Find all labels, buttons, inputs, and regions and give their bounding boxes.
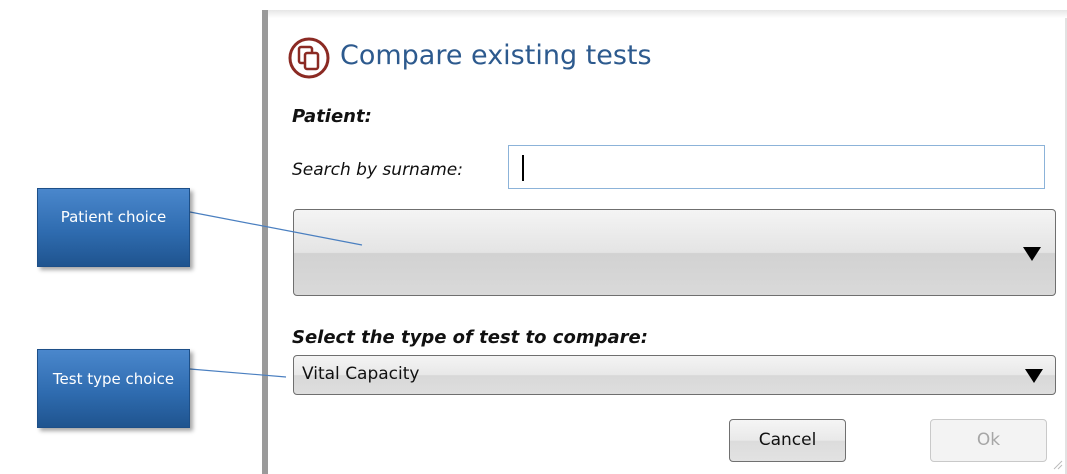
patient-choice-dropdown[interactable] bbox=[293, 209, 1056, 296]
cancel-button[interactable]: Cancel bbox=[729, 419, 846, 462]
dropdown-arrow-icon bbox=[1025, 369, 1043, 383]
dropdown-arrow-icon bbox=[1023, 247, 1041, 261]
test-type-dropdown[interactable]: Vital Capacity bbox=[293, 355, 1056, 395]
search-surname-label: Search by surname: bbox=[292, 160, 463, 180]
test-type-choice-callout: Test type choice bbox=[37, 349, 190, 428]
compare-pages-icon bbox=[288, 37, 330, 79]
resize-grip-icon[interactable] bbox=[1051, 458, 1063, 470]
text-caret bbox=[522, 155, 524, 181]
test-type-label: Select the type of test to compare: bbox=[292, 327, 648, 348]
patient-section-label: Patient: bbox=[292, 106, 372, 127]
ok-button[interactable]: Ok bbox=[930, 419, 1047, 462]
search-surname-input[interactable] bbox=[508, 145, 1045, 189]
compare-tests-dialog: Compare existing tests Patient: Search b… bbox=[262, 10, 1067, 474]
patient-choice-callout: Patient choice bbox=[37, 188, 190, 267]
dialog-title: Compare existing tests bbox=[340, 40, 652, 71]
dialog-top-border bbox=[268, 10, 1067, 18]
test-type-value: Vital Capacity bbox=[302, 364, 420, 384]
